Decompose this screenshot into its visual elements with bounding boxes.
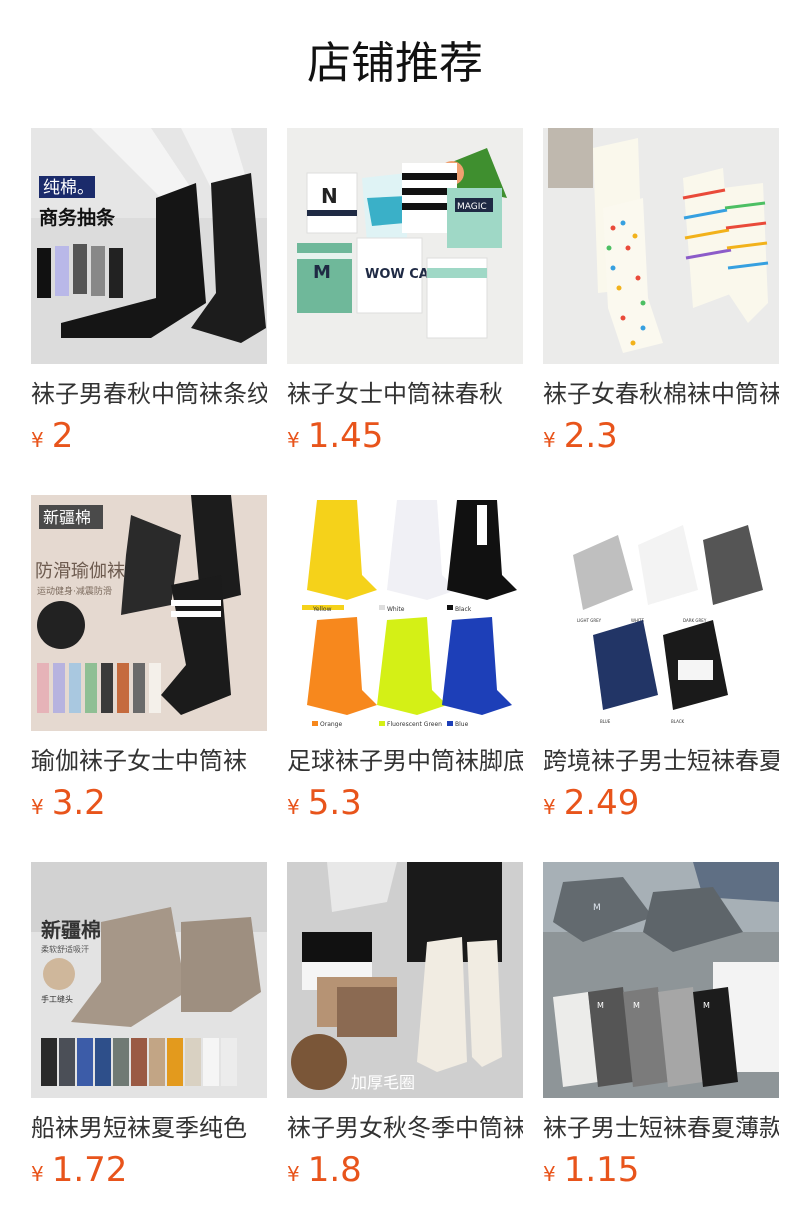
currency-symbol: ¥ [543,428,556,452]
product-image[interactable]: LIGHT GREY WHITE DARK GREY BLUE BLACK [543,495,779,731]
image-caption: M [313,262,331,283]
image-caption: 柔软舒适吸汗 [41,944,89,954]
product-name[interactable]: 瑜伽袜子女士中筒袜 [31,745,267,777]
image-caption: M [597,1001,604,1010]
currency-symbol: ¥ [31,428,44,452]
currency-symbol: ¥ [31,795,44,819]
price-value: 3.2 [51,783,106,823]
image-caption: M [593,903,601,913]
product-image[interactable]: 新疆棉 柔软舒适吸汗 手工缝头 [31,862,267,1098]
product-price: ¥1.15 [543,1150,639,1190]
price-value: 2 [51,416,74,456]
currency-symbol: ¥ [287,795,300,819]
product-image[interactable]: M M M M [543,862,779,1098]
product-name[interactable]: 船袜男短袜夏季纯色 [31,1112,267,1144]
image-caption: Blue [455,721,469,728]
price-value: 1.72 [51,1150,128,1190]
price-value: 2.3 [563,416,618,456]
image-caption: Fluorescent Green [387,721,442,728]
image-caption: 纯棉。 [43,178,94,198]
image-caption: LIGHT GREY [577,618,602,623]
image-caption: BLACK [671,719,685,724]
product-price: ¥2 [31,416,73,456]
price-value: 5.3 [307,783,362,823]
image-caption: Orange [320,721,342,728]
product-image[interactable]: 新疆棉 防滑瑜伽袜 运动健身·减震防滑 [31,495,267,731]
price-value: 1.45 [307,416,384,456]
image-caption: BLUE [600,719,611,724]
product-name[interactable]: 足球袜子男中筒袜脚底 [287,745,523,777]
product-price: ¥5.3 [287,783,362,823]
currency-symbol: ¥ [287,1162,300,1186]
price-value: 2.49 [563,783,640,823]
image-caption: Yellow [312,606,332,613]
image-caption: N [321,184,338,208]
image-caption: DARK GREY [683,618,707,623]
product-image[interactable] [543,128,779,364]
price-value: 1.8 [307,1150,362,1190]
image-caption: 手工缝头 [41,994,73,1004]
image-caption: 运动健身·减震防滑 [37,585,112,597]
image-caption: Black [455,606,472,613]
image-caption: 防滑瑜伽袜 [35,561,125,582]
product-image[interactable]: N MAGIC M WOW CABRISS [287,128,523,364]
product-price: ¥2.49 [543,783,639,823]
product-name[interactable]: 袜子女士中筒袜春秋 [287,378,523,410]
product-price: ¥1.72 [31,1150,127,1190]
currency-symbol: ¥ [287,428,300,452]
product-grid: 纯棉。 商务抽条 袜子男春秋中筒袜条纹 ¥2 N MAGIC M WOW CAB… [0,0,790,1230]
currency-symbol: ¥ [31,1162,44,1186]
image-caption: White [387,606,405,613]
product-name[interactable]: 袜子男女秋冬季中筒袜 [287,1112,523,1144]
image-caption: M [633,1001,640,1010]
product-price: ¥1.8 [287,1150,362,1190]
product-price: ¥2.3 [543,416,618,456]
product-name[interactable]: 袜子男春秋中筒袜条纹 [31,378,267,410]
image-caption: 新疆棉 [43,508,91,527]
image-caption: 加厚毛圈 [351,1073,415,1092]
image-caption: 商务抽条 [39,206,116,229]
product-price: ¥1.45 [287,416,383,456]
product-image[interactable]: Yellow White Black Orange Fluorescent Gr… [287,495,523,731]
price-value: 1.15 [563,1150,640,1190]
image-caption: 新疆棉 [41,918,101,942]
product-image[interactable]: 纯棉。 商务抽条 [31,128,267,364]
product-name[interactable]: 袜子女春秋棉袜中筒袜 [543,378,779,410]
currency-symbol: ¥ [543,1162,556,1186]
image-caption: M [703,1001,710,1010]
product-name[interactable]: 袜子男士短袜春夏薄款 [543,1112,779,1144]
product-price: ¥3.2 [31,783,106,823]
product-image[interactable]: 加厚毛圈 [287,862,523,1098]
currency-symbol: ¥ [543,795,556,819]
product-name[interactable]: 跨境袜子男士短袜春夏 [543,745,779,777]
image-caption: MAGIC [457,202,487,212]
